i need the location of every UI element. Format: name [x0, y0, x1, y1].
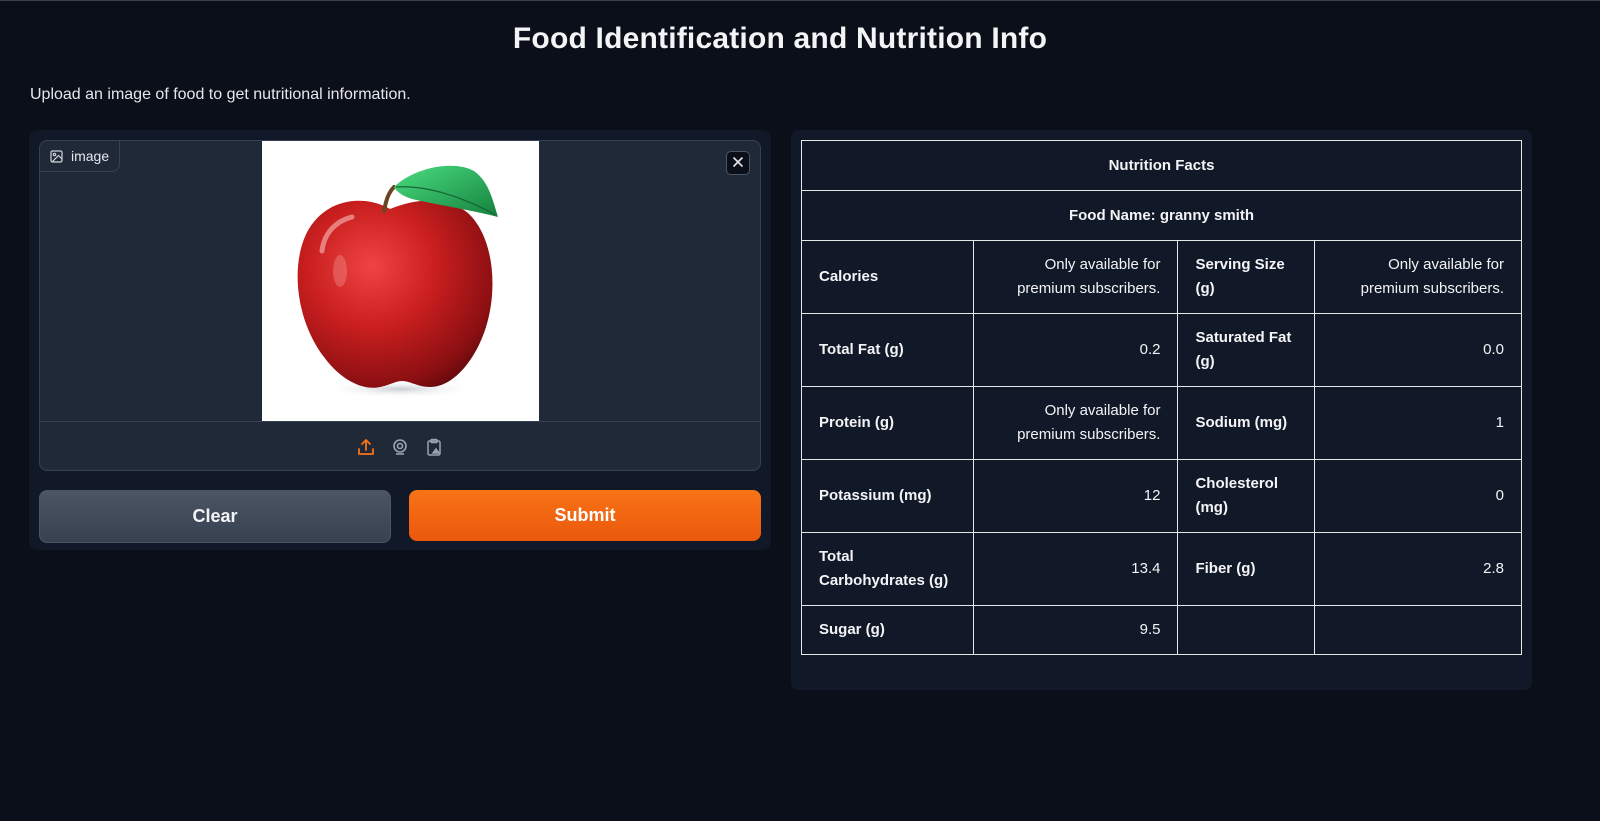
nutrient-label: Potassium (mg)	[801, 459, 974, 533]
nutrient-label: Protein (g)	[801, 386, 974, 460]
nutrient-value: 0.0	[1314, 313, 1522, 387]
clipboard-icon[interactable]	[424, 437, 444, 457]
webcam-icon[interactable]	[390, 437, 410, 457]
nutrient-value: 0.2	[972, 313, 1179, 387]
nutrient-value: 13.4	[972, 532, 1179, 606]
table-row: Total Carbohydrates (g) 13.4 Fiber (g) 2…	[801, 532, 1522, 606]
nutrient-label: Cholesterol (mg)	[1177, 459, 1316, 533]
nutrition-facts-heading: Nutrition Facts	[801, 140, 1522, 191]
nutrient-label: Saturated Fat (g)	[1177, 313, 1316, 387]
submit-button[interactable]: Submit	[409, 490, 761, 541]
nutrient-value: 12	[972, 459, 1179, 533]
nutrient-value: Only available for premium subscribers.	[1314, 240, 1522, 314]
table-header-row: Nutrition Facts	[801, 140, 1522, 191]
food-name-row: Food Name: granny smith	[801, 190, 1522, 241]
nutrient-label: Total Carbohydrates (g)	[801, 532, 974, 606]
nutrition-facts-table: Nutrition Facts Food Name: granny smith …	[801, 140, 1522, 655]
upload-icon[interactable]	[356, 437, 376, 457]
page-description: Upload an image of food to get nutrition…	[30, 86, 411, 103]
image-icon	[50, 149, 63, 163]
image-source-toolbar	[40, 421, 760, 470]
nutrient-label: Sodium (mg)	[1177, 386, 1316, 460]
nutrient-label: Fiber (g)	[1177, 532, 1316, 606]
nutrient-value: 1	[1314, 386, 1522, 460]
image-upload-area[interactable]: image	[39, 140, 761, 471]
clear-button[interactable]: Clear	[39, 490, 391, 543]
image-component-label: image	[40, 141, 121, 172]
remove-image-button[interactable]	[726, 151, 750, 175]
table-row: Potassium (mg) 12 Cholesterol (mg) 0	[801, 459, 1522, 533]
table-row: Protein (g) Only available for premium s…	[801, 386, 1522, 460]
page-title: Food Identification and Nutrition Info	[512, 22, 1048, 55]
app-root: Food Identification and Nutrition Info U…	[0, 0, 1600, 821]
nutrient-value: 0	[1314, 459, 1522, 533]
nutrient-label: Calories	[801, 240, 974, 314]
nutrient-value: Only available for premium subscribers.	[972, 240, 1179, 314]
close-icon	[733, 154, 743, 172]
output-panel: Nutrition Facts Food Name: granny smith …	[791, 130, 1532, 690]
table-row: Calories Only available for premium subs…	[801, 240, 1522, 314]
nutrient-label: Total Fat (g)	[801, 313, 974, 387]
nutrient-label: Serving Size (g)	[1177, 240, 1316, 314]
nutrient-value	[1314, 605, 1522, 655]
nutrient-value: 9.5	[972, 605, 1179, 655]
table-row: Sugar (g) 9.5	[801, 605, 1522, 655]
nutrient-label	[1177, 605, 1316, 655]
input-panel: image Clear Submit	[29, 130, 771, 550]
image-label-text: image	[71, 148, 110, 164]
food-name-label: Food Name: granny smith	[801, 190, 1522, 241]
nutrient-value: Only available for premium subscribers.	[972, 386, 1179, 460]
table-row: Total Fat (g) 0.2 Saturated Fat (g) 0.0	[801, 313, 1522, 387]
nutrient-label: Sugar (g)	[801, 605, 974, 655]
nutrient-value: 2.8	[1314, 532, 1522, 606]
uploaded-food-image	[262, 141, 539, 421]
